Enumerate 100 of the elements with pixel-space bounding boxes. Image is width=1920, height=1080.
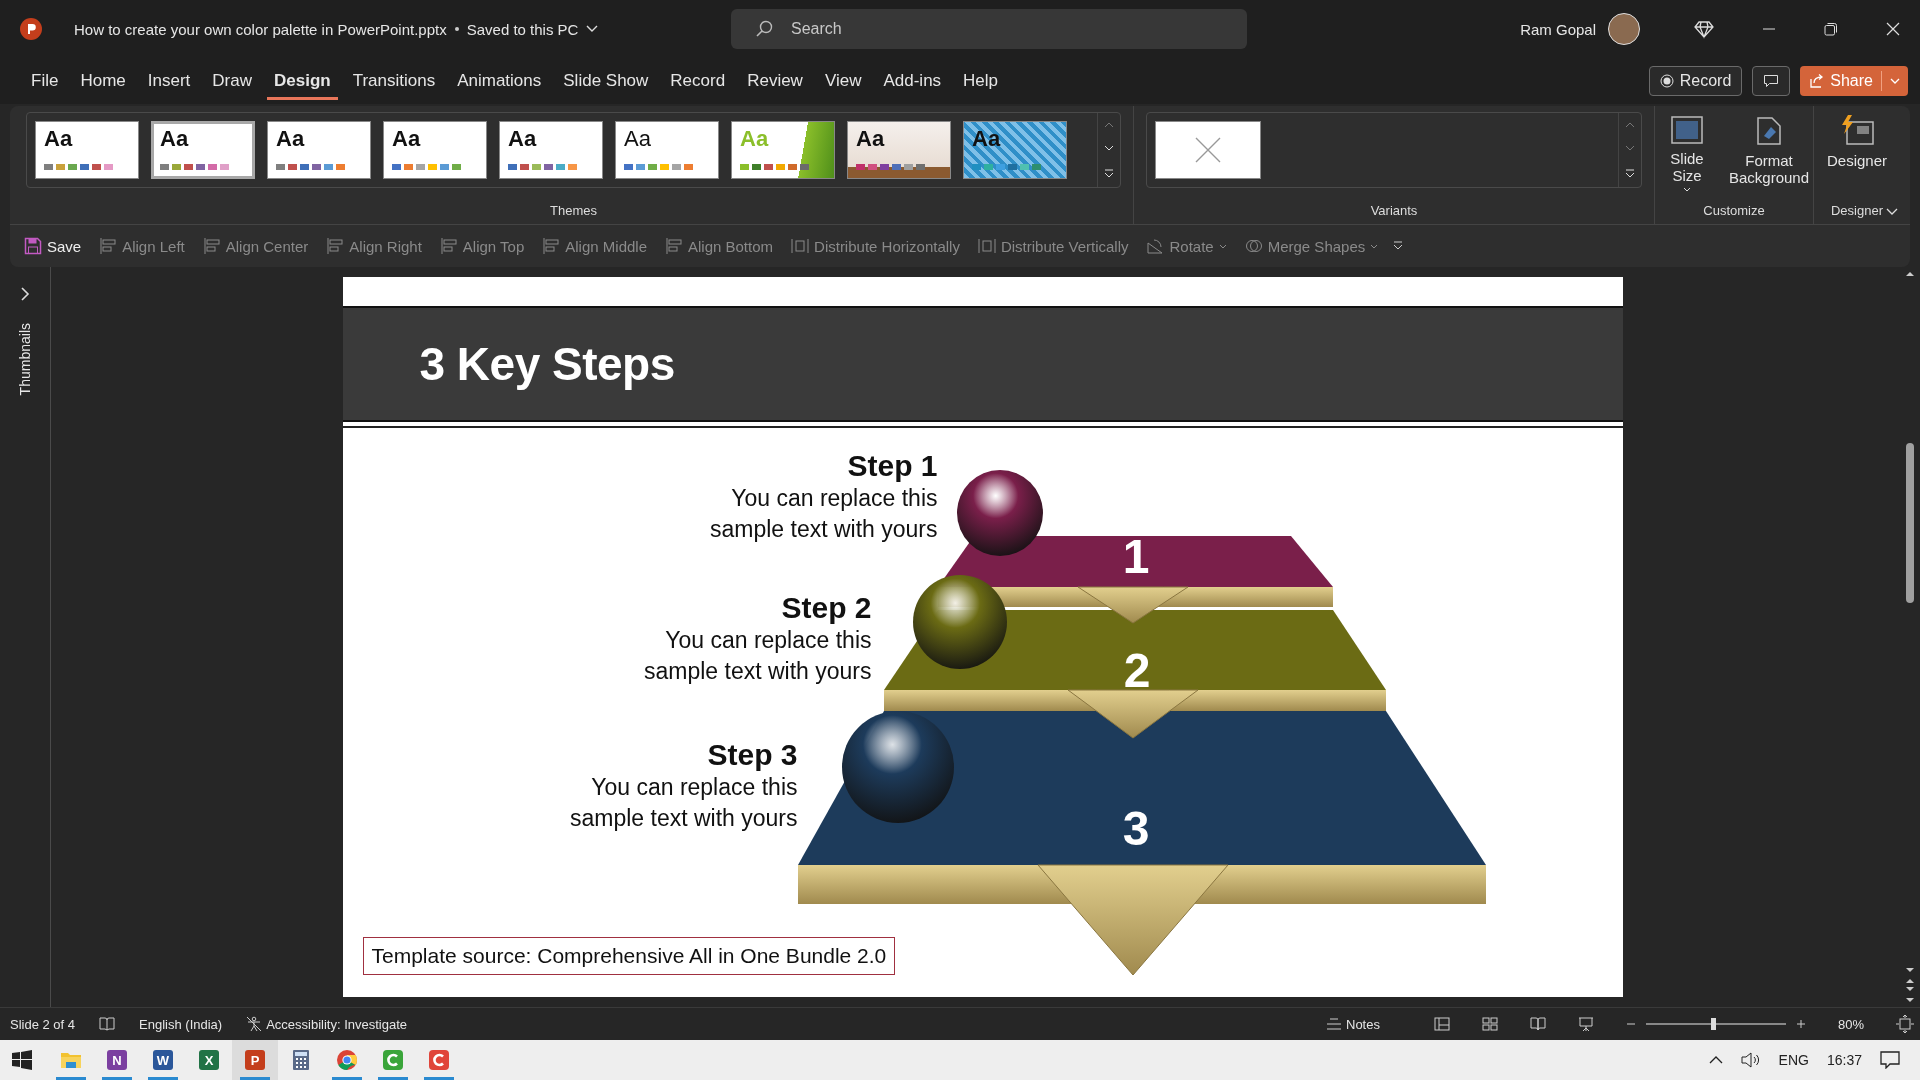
accessibility-button[interactable]: Accessibility: Investigate	[246, 1016, 408, 1032]
share-button[interactable]: Share	[1800, 66, 1908, 96]
record-button[interactable]: Record	[1648, 66, 1743, 96]
avatar[interactable]	[1608, 13, 1640, 45]
step-heading: Step 3	[707, 738, 798, 772]
step-heading: Step 1	[847, 449, 938, 483]
template-source-note: Template source: Comprehensive All in One Bundle 2.0	[362, 937, 896, 975]
step-description: You can replace this sample text with yours	[568, 773, 798, 834]
scroll-up-icon[interactable]	[1905, 271, 1915, 277]
toolbar-button[interactable]: Save	[20, 235, 86, 257]
align-icon	[202, 237, 221, 255]
ribbon-tab[interactable]: Add-ins	[876, 62, 949, 100]
fit-to-window-icon[interactable]	[1896, 1015, 1914, 1033]
diamond-icon[interactable]	[1694, 19, 1714, 39]
step-number: 2	[1123, 644, 1150, 697]
notification-icon[interactable]	[1880, 1051, 1900, 1069]
comment-icon	[1763, 74, 1780, 88]
slide-counter: Slide 2 of 4	[10, 1016, 76, 1032]
theme-thumbnail[interactable]: Aa	[151, 121, 255, 179]
slide-title: 3 Key Steps	[419, 337, 675, 391]
start-icon[interactable]	[12, 1050, 32, 1070]
more-icon[interactable]	[1104, 169, 1114, 179]
ribbon-tab[interactable]: Help	[956, 62, 1006, 100]
align-icon	[99, 237, 118, 255]
clock[interactable]: 16:37	[1826, 1052, 1862, 1068]
slide-show-icon[interactable]	[1577, 1016, 1594, 1032]
collapse-ribbon-icon[interactable]	[1886, 208, 1898, 216]
ribbon-tab[interactable]: File	[24, 62, 66, 100]
taskbar-app[interactable]: W	[140, 1040, 186, 1080]
ribbon-tab[interactable]: Design	[266, 62, 338, 100]
ribbon-tab[interactable]: Animations	[450, 62, 549, 100]
language-indicator[interactable]: English (India)	[139, 1016, 223, 1032]
ribbon-tab[interactable]: Transitions	[345, 62, 443, 100]
theme-thumbnail[interactable]: Aa	[615, 121, 719, 179]
app-tile-icon: N	[107, 1050, 127, 1070]
group-label: Variants	[1370, 203, 1418, 220]
notes-icon	[1326, 1018, 1342, 1030]
taskbar-app[interactable]: N	[94, 1040, 140, 1080]
step-description: You can replace this sample text with yours	[642, 626, 872, 687]
ribbon-tab[interactable]: Review	[740, 62, 810, 100]
more-icon[interactable]	[1625, 169, 1635, 179]
taskbar-app[interactable]: X	[186, 1040, 232, 1080]
app-tile-icon: X	[199, 1050, 219, 1070]
designer-button[interactable]: Designer	[1823, 112, 1891, 172]
scroll-down-icon[interactable]	[1905, 967, 1915, 1003]
accessibility-icon	[246, 1016, 263, 1032]
slide-size-button[interactable]: Slide Size	[1655, 112, 1719, 194]
customize-toolbar-icon[interactable]	[1392, 241, 1405, 251]
group-label: Customize	[1703, 203, 1765, 220]
chrome-icon	[336, 1049, 358, 1071]
group-label: Designer	[1831, 203, 1883, 220]
input-language[interactable]: ENG	[1778, 1052, 1809, 1068]
group-label: Themes	[550, 203, 597, 220]
align-icon	[542, 237, 561, 255]
theme-thumbnail[interactable]: Aa	[847, 121, 951, 179]
merge-shapes-icon	[1244, 237, 1263, 255]
align-icon	[439, 237, 458, 255]
thumbnails-pane-label[interactable]: Thumbnails	[17, 323, 33, 396]
zoom-level[interactable]: 80%	[1837, 1016, 1864, 1032]
user-name[interactable]: Ram Gopal	[1520, 20, 1596, 38]
step-description: You can replace this sample text with yours	[708, 484, 938, 545]
scrollbar-thumb[interactable]	[1906, 443, 1914, 603]
theme-thumbnail[interactable]: Aa	[35, 121, 139, 179]
variant-thumbnail[interactable]	[1155, 121, 1261, 179]
chevron-up-icon[interactable]	[1708, 1056, 1723, 1064]
chevron-down-icon[interactable]	[586, 25, 599, 33]
theme-thumbnail[interactable]: Aa	[963, 121, 1067, 179]
zoom-in-icon[interactable]	[1795, 1019, 1806, 1029]
ribbon-tab[interactable]: Record	[663, 62, 733, 100]
theme-thumbnail[interactable]: Aa	[383, 121, 487, 179]
restore-icon[interactable]	[1824, 22, 1838, 36]
expand-chevron-icon[interactable]	[20, 287, 30, 301]
comments-button[interactable]	[1752, 66, 1791, 96]
notes-button[interactable]: Notes	[1326, 1016, 1380, 1032]
theme-thumbnail[interactable]: Aa	[267, 121, 371, 179]
close-icon[interactable]	[1886, 22, 1900, 36]
taskbar-app[interactable]: P	[232, 1040, 278, 1080]
save-icon	[24, 237, 42, 255]
step-number: 3	[1122, 802, 1149, 855]
document-title[interactable]: How to create your own color palette in PowerPoint.pptx	[74, 20, 447, 38]
theme-thumbnail[interactable]: Aa	[499, 121, 603, 179]
speaker-icon[interactable]	[1740, 1052, 1761, 1068]
rotate-icon	[1146, 237, 1165, 255]
calculator-icon	[292, 1049, 310, 1071]
ribbon-tab[interactable]: View	[817, 62, 869, 100]
normal-view-icon[interactable]	[1433, 1017, 1450, 1031]
reading-view-icon[interactable]	[1529, 1017, 1546, 1031]
ribbon-tab[interactable]: Draw	[205, 62, 259, 100]
ribbon-tab[interactable]: Slide Show	[556, 62, 656, 100]
step-number: 1	[1122, 530, 1149, 583]
ribbon-tab[interactable]: Insert	[140, 62, 198, 100]
save-status[interactable]: Saved to this PC	[466, 20, 579, 38]
slide-sorter-icon[interactable]	[1481, 1017, 1498, 1031]
step-heading: Step 2	[781, 591, 872, 625]
distribute-icon	[977, 237, 996, 255]
search-icon	[755, 20, 773, 38]
format-background-button[interactable]: Format Background	[1724, 112, 1813, 194]
ribbon-tab[interactable]: Home	[73, 62, 133, 100]
search-field[interactable]: Search	[731, 9, 1247, 49]
book-icon[interactable]	[99, 1017, 116, 1031]
